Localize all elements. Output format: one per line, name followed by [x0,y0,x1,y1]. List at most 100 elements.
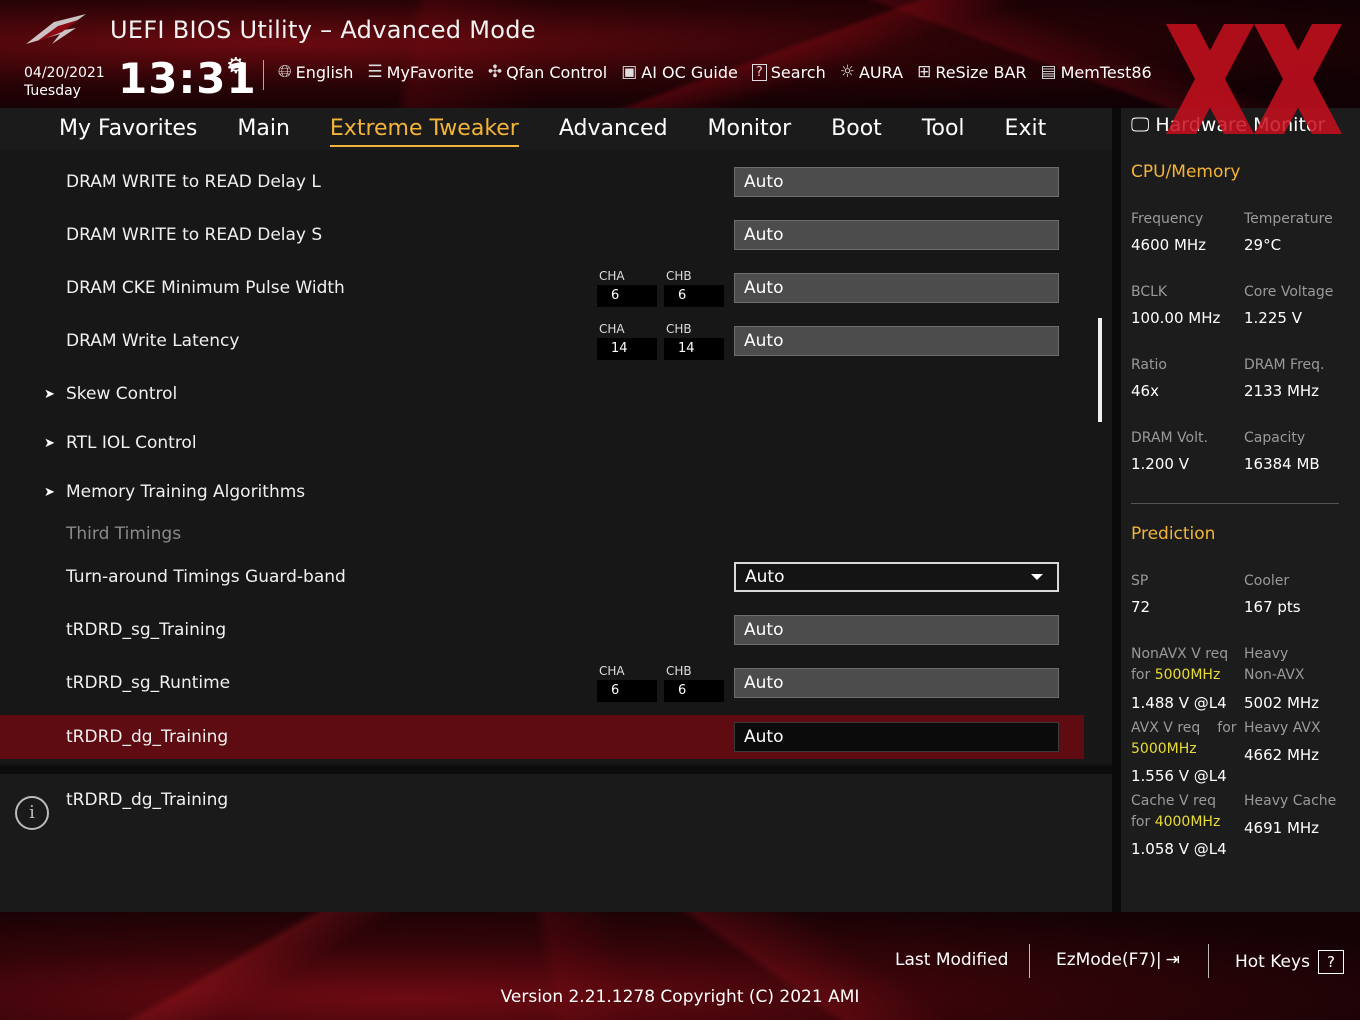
setting-row[interactable]: Turn-around Timings Guard-band Auto [0,554,1084,600]
tab-boot[interactable]: Boot [831,116,882,143]
hardware-monitor-title: 🖵︎ Hardware Monitor [1131,114,1325,136]
setting-dropdown[interactable]: Auto [734,562,1059,592]
ai-oc-guide-label: AI OC Guide [641,62,738,82]
hot-keys-label: Hot Keys [1235,952,1310,972]
tab-my-favorites[interactable]: My Favorites [59,116,197,143]
hw-divider [1131,503,1339,504]
settings-scrollbar[interactable] [1098,318,1102,422]
cache-value: 1.058 V @L4 [1131,840,1227,858]
favorite-list-icon: ☰ [367,62,383,82]
hw-value: 100.00 MHz [1131,309,1221,327]
setting-value-field[interactable]: Auto [734,167,1059,197]
chip-icon: ▣ [621,62,638,82]
info-icon: i [15,796,49,830]
submenu-label: RTL IOL Control [66,433,197,453]
setting-value-field[interactable]: Auto [734,615,1059,645]
main-nav: My Favorites Main Extreme Tweaker Advanc… [0,108,1112,150]
hw-key: Cache V req [1131,793,1216,809]
setting-row-selected[interactable]: tRDRD_dg_Training Auto [0,715,1084,759]
clock-settings-gear-icon[interactable]: ⚙ [226,54,246,79]
submenu-row[interactable]: ➤ Skew Control [0,371,1084,417]
ai-oc-guide-button[interactable]: ▣ AI OC Guide [621,62,738,82]
ezmode-button[interactable]: EzMode(F7)| ⇥ [1056,950,1180,970]
submenu-arrow-icon: ➤ [44,484,55,500]
hw-key-for: for [1131,814,1155,830]
hw-key: Frequency [1131,211,1204,227]
hw-value: 46x [1131,382,1159,400]
hw-key: Heavy [1244,646,1289,662]
setting-value-field[interactable]: Auto [734,668,1059,698]
channel-b-readout: CHB 14 [664,322,724,366]
setting-value-field[interactable]: Auto [734,722,1059,752]
hw-core-voltage: Core Voltage 1.225 V [1244,282,1356,327]
help-question-icon: ? [1317,950,1344,974]
setting-row[interactable]: tRDRD_sg_Training Auto [0,607,1084,653]
hw-key-line: AVX V req for [1131,718,1237,739]
avx-value: 1.556 V @L4 [1131,767,1227,785]
setting-row[interactable]: DRAM CKE Minimum Pulse Width CHA 6 CHB 6… [0,265,1084,311]
search-label: Search [770,62,826,82]
hw-dram-freq: DRAM Freq. 2133 MHz [1244,355,1356,400]
hw-ratio: Ratio 46x [1131,355,1243,400]
setting-label: DRAM WRITE to READ Delay S [66,225,323,245]
language-button[interactable]: 🌐︎ English [278,62,353,82]
qfan-control-button[interactable]: ✣ Qfan Control [488,62,607,82]
hw-key: Capacity [1244,430,1306,446]
search-button[interactable]: ? Search [751,62,826,82]
toolbar: 🌐︎ English ☰ MyFavorite ✣ Qfan Control ▣… [278,62,1152,82]
tab-extreme-tweaker[interactable]: Extreme Tweaker [329,116,519,147]
setting-value-field[interactable]: Auto [734,273,1059,303]
channel-a-readout: CHA 6 [597,269,657,313]
hw-key: AVX V req [1131,720,1201,736]
prediction-heading: Prediction [1131,524,1216,544]
hw-value: 2133 MHz [1244,382,1320,400]
hw-capacity: Capacity 16384 MB [1244,428,1356,473]
tab-monitor[interactable]: Monitor [708,116,792,143]
app-title: UEFI BIOS Utility – Advanced Mode [110,16,536,44]
panel-gap [1112,108,1121,912]
header-bar: UEFI BIOS Utility – Advanced Mode 04/20/… [0,0,1360,108]
aura-label: AURA [858,62,904,82]
globe-icon: 🌐︎ [278,62,292,82]
resize-bar-button[interactable]: ⊞ ReSize BAR [917,62,1026,82]
hot-keys-button[interactable]: Hot Keys ? [1235,950,1344,974]
last-modified-button[interactable]: Last Modified [895,950,1008,970]
section-header-label: Third Timings [66,524,182,544]
help-panel: i tRDRD_dg_Training [0,774,1112,912]
tab-advanced[interactable]: Advanced [559,116,668,143]
submenu-arrow-icon: ➤ [44,435,55,451]
channel-a-label: CHA [599,269,625,283]
setting-label: tRDRD_sg_Training [66,620,227,640]
memtest-button[interactable]: ▤ MemTest86 [1041,62,1152,82]
setting-row[interactable]: DRAM Write Latency CHA 14 CHB 14 Auto [0,318,1084,364]
setting-row[interactable]: DRAM WRITE to READ Delay S Auto [0,212,1084,258]
myfavorite-label: MyFavorite [386,62,474,82]
ezmode-label: EzMode(F7)| [1056,950,1162,970]
setting-value-field[interactable]: Auto [734,326,1059,356]
hw-sp: SP 72 [1131,571,1243,616]
hw-key-line: for 5000MHz [1131,665,1228,686]
hw-key: NonAVX V req [1131,646,1229,662]
submenu-row[interactable]: ➤ Memory Training Algorithms [0,469,1084,515]
channel-b-readout: CHB 6 [664,664,724,708]
setting-value-field[interactable]: Auto [734,220,1059,250]
hw-freq-highlight: 5000MHz [1154,667,1221,683]
aura-button[interactable]: ☼ AURA [840,62,903,82]
hw-key: DRAM Volt. [1131,430,1208,446]
version-text: Version 2.21.1278 Copyright (C) 2021 AMI [500,987,860,1007]
tab-main[interactable]: Main [237,116,290,143]
channel-a-label: CHA [599,664,625,678]
myfavorite-button[interactable]: ☰ MyFavorite [367,62,473,82]
fan-icon: ✣ [487,62,503,82]
setting-label: DRAM Write Latency [66,331,240,351]
footer-separator [1029,944,1030,978]
submenu-row[interactable]: ➤ RTL IOL Control [0,420,1084,466]
tab-tool[interactable]: Tool [922,116,965,143]
tab-exit[interactable]: Exit [1005,116,1047,143]
setting-row[interactable]: tRDRD_sg_Runtime CHA 6 CHB 6 Auto [0,660,1084,706]
setting-row[interactable]: DRAM WRITE to READ Delay L Auto [0,159,1084,205]
submenu-arrow-icon: ➤ [44,386,55,402]
hw-key-line: for 4000MHz [1131,812,1220,833]
setting-label: DRAM WRITE to READ Delay L [66,172,321,192]
hardware-monitor-label: Hardware Monitor [1155,114,1326,136]
